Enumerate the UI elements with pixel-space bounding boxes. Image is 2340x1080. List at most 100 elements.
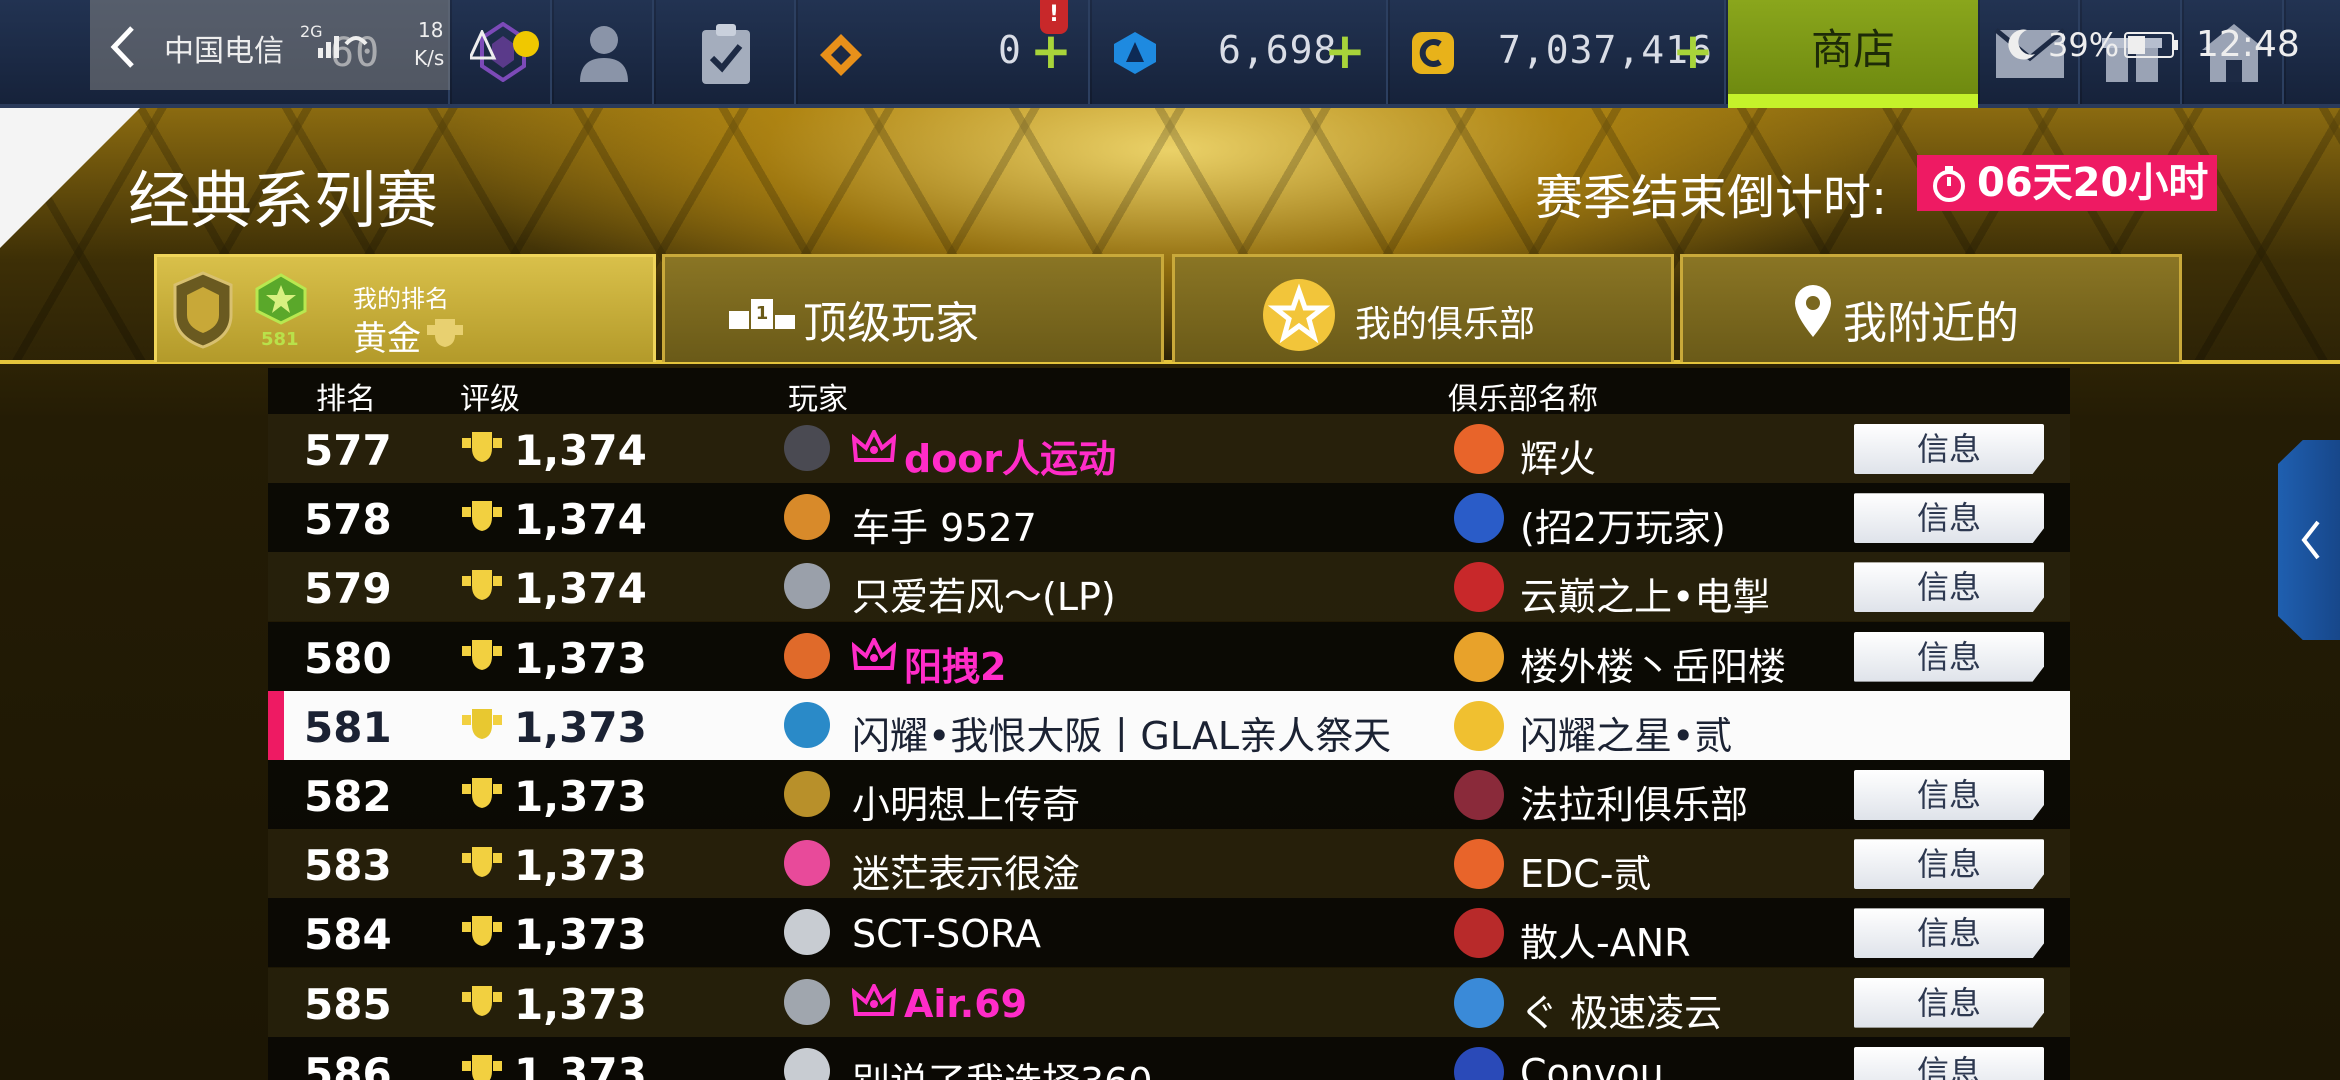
chevron-left-icon	[2301, 520, 2320, 560]
club-name[interactable]: 楼外楼丶岳阳楼	[1520, 636, 1786, 691]
row-rating: 1,373	[514, 1048, 647, 1080]
add-credits-icon[interactable]: +	[1672, 22, 1714, 80]
shop-button[interactable]: 商店	[1728, 0, 1978, 108]
club-badge-icon	[1454, 562, 1504, 613]
club-name[interactable]: (招2万玩家)	[1520, 497, 1726, 552]
club-name[interactable]: Convou	[1520, 1051, 1664, 1080]
battery-percent: 39%	[2048, 26, 2120, 64]
table-row[interactable]: 580 1,373 阳拽2 楼外楼丶岳阳楼 信息	[268, 621, 2070, 691]
gems-value: 0	[998, 28, 1022, 72]
tab-top-players[interactable]: 1 顶级玩家	[662, 254, 1164, 362]
table-row[interactable]: 584 1,373 SCT-SORA 散人-ANR 信息	[268, 898, 2070, 968]
row-rank: 583	[304, 841, 392, 891]
info-button[interactable]: 信息	[1854, 424, 2044, 474]
player-name[interactable]: 闪耀•我恨大阪丨GLAL亲人祭天	[852, 705, 1391, 760]
tokens-cell[interactable]: 6,698 +	[1092, 0, 1388, 104]
info-button[interactable]: 信息	[1854, 770, 2044, 820]
row-rank: 581	[304, 702, 392, 752]
table-row[interactable]: 583 1,373 迷茫表示很淦 EDC-贰 信息	[268, 829, 2070, 899]
row-rating: 1,373	[514, 910, 647, 960]
player-name[interactable]: 只爱若风～(LP)	[852, 566, 1116, 621]
player-name[interactable]: 别说了我选择360	[852, 1051, 1153, 1080]
club-name[interactable]: ぐ 极速凌云	[1520, 982, 1722, 1037]
table-row[interactable]: 586 1,373 别说了我选择360 Convou 信息	[268, 1036, 2070, 1080]
star-club-icon	[1263, 279, 1335, 351]
row-rating: 1,373	[514, 633, 647, 683]
player-avatar[interactable]	[784, 909, 830, 956]
profile-icon	[580, 26, 628, 82]
player-avatar[interactable]	[784, 771, 830, 817]
title-wedge	[0, 108, 140, 248]
player-avatar[interactable]	[784, 425, 830, 471]
tab-my-club[interactable]: 我的俱乐部	[1172, 254, 1674, 362]
table-row-self[interactable]: 581 1,373 闪耀•我恨大阪丨GLAL亲人祭天 闪耀之星•贰	[268, 690, 2070, 760]
info-button[interactable]: 信息	[1854, 908, 2044, 959]
player-name[interactable]: SCT-SORA	[852, 912, 1041, 956]
row-rating: 1,373	[514, 841, 647, 891]
club-badge-icon	[1454, 631, 1504, 682]
tab-nearby[interactable]: 我附近的	[1680, 254, 2182, 362]
info-button[interactable]: 信息	[1854, 493, 2044, 544]
table-row[interactable]: 579 1,374 只爱若风～(LP) 云巅之上•电掣 信息	[268, 552, 2070, 622]
player-avatar[interactable]	[784, 632, 830, 679]
player-avatar[interactable]	[784, 563, 830, 610]
token-icon	[1114, 32, 1156, 74]
rating-shield-icon	[462, 778, 502, 808]
player-name[interactable]: 阳拽2	[904, 636, 1006, 691]
player-name[interactable]: door人运动	[904, 428, 1116, 483]
club-name[interactable]: 辉火	[1520, 428, 1596, 483]
player-avatar[interactable]	[784, 701, 830, 748]
alert-badge: !	[1040, 0, 1068, 34]
season-countdown-label: 赛季结束倒计时:	[1535, 170, 1888, 226]
row-rank: 584	[304, 910, 392, 960]
player-avatar[interactable]	[784, 978, 830, 1025]
rating-shield-icon	[462, 1054, 502, 1080]
info-button[interactable]: 信息	[1854, 631, 2044, 682]
profile-cell[interactable]	[554, 0, 654, 104]
my-rank-tier: 黄金	[353, 319, 421, 359]
player-name[interactable]: 迷茫表示很淦	[852, 843, 1080, 898]
club-badge-icon	[1454, 839, 1504, 890]
tier-shield-icon	[427, 319, 463, 347]
rating-shield-icon	[462, 985, 502, 1016]
club-name[interactable]: EDC-贰	[1520, 843, 1652, 898]
tab-my-rank[interactable]: 581 我的排名 黄金	[154, 254, 656, 362]
missions-cell[interactable]	[656, 0, 796, 104]
rating-shield-icon	[462, 916, 502, 947]
club-name[interactable]: 云巅之上•电掣	[1520, 566, 1770, 621]
table-row[interactable]: 577 1,374 door人运动 辉火 信息	[268, 414, 2070, 483]
player-name[interactable]: Air.69	[904, 982, 1027, 1026]
add-tokens-icon[interactable]: +	[1324, 22, 1366, 80]
table-row[interactable]: 582 1,373 小明想上传奇 法拉利俱乐部 信息	[268, 760, 2070, 829]
info-button[interactable]: 信息	[1854, 1046, 2044, 1080]
player-name[interactable]: 小明想上传奇	[852, 774, 1080, 829]
table-row[interactable]: 585 1,373 Air.69 ぐ 极速凌云 信息	[268, 967, 2070, 1037]
player-avatar[interactable]	[784, 840, 830, 887]
club-name[interactable]: 法拉利俱乐部	[1520, 774, 1748, 829]
player-name[interactable]: 车手 9527	[852, 497, 1037, 552]
clock-time: 12:48	[2196, 24, 2300, 65]
network-speed-unit: K/s	[414, 46, 445, 70]
col-rank-header: 排名	[316, 382, 376, 417]
row-rating: 1,373	[514, 772, 647, 821]
back-arrow-icon[interactable]	[108, 24, 138, 70]
club-name[interactable]: 散人-ANR	[1520, 912, 1691, 967]
club-name[interactable]: 闪耀之星•贰	[1520, 705, 1732, 760]
green-rank-emblem-icon	[255, 273, 307, 325]
club-badge-icon	[1454, 977, 1504, 1028]
player-avatar[interactable]	[784, 1047, 830, 1080]
side-panel-toggle[interactable]	[2278, 440, 2340, 640]
table-header: 排名 评级 玩家 俱乐部名称	[268, 368, 2070, 417]
credits-cell[interactable]: 7,037,416 +	[1390, 0, 1726, 104]
timer-icon	[1933, 166, 1965, 202]
info-button[interactable]: 信息	[1854, 562, 2044, 613]
info-button[interactable]: 信息	[1854, 977, 2044, 1028]
player-avatar[interactable]	[784, 494, 830, 541]
phone-status-overlay: 中国电信 2G 18 K/s	[90, 0, 450, 90]
table-row[interactable]: 578 1,374 车手 9527 (招2万玩家) 信息	[268, 483, 2070, 553]
gems-cell[interactable]: 0 + !	[798, 0, 1090, 104]
row-rating: 1,373	[514, 979, 647, 1029]
clipboard-check-icon	[702, 24, 750, 84]
info-button[interactable]: 信息	[1854, 839, 2044, 890]
club-badge-icon	[1454, 1046, 1504, 1080]
